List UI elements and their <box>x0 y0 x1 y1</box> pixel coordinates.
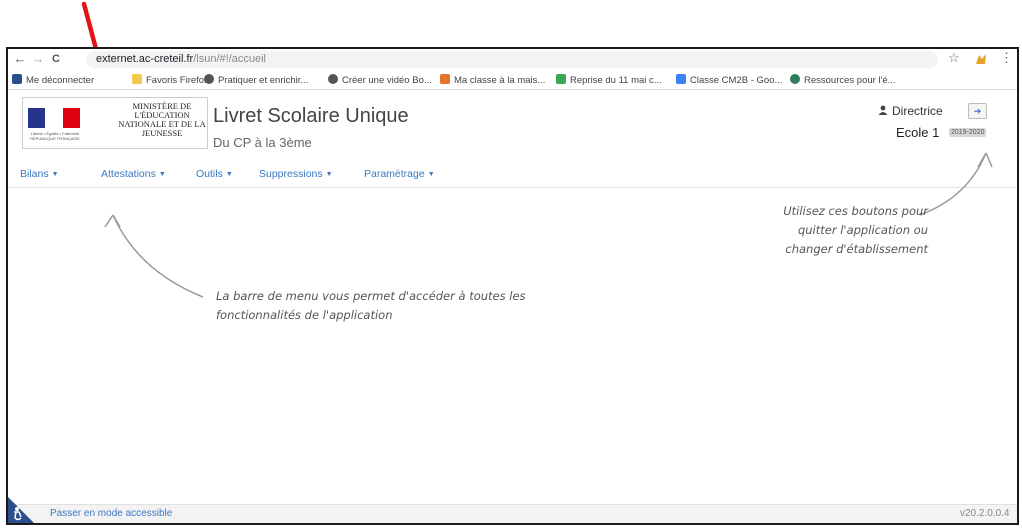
buttons-help-note: Utilisez ces boutons pour quitter l'appl… <box>753 202 928 259</box>
app-version: v20.2.0.0.4 <box>960 508 1010 519</box>
accessible-mode-link[interactable]: Passer en mode accessible <box>50 508 172 519</box>
menu-note-line-2: fonctionnalités de l'application <box>216 308 393 322</box>
app-footer: Passer en mode accessible v20.2.0.0.4 <box>8 504 1017 523</box>
menu-bar-help-note: La barre de menu vous permet d'accéder à… <box>216 287 606 325</box>
accessibility-icon[interactable] <box>8 483 46 523</box>
menu-note-line-1: La barre de menu vous permet d'accéder à… <box>216 289 526 303</box>
browser-window: ← → C externet.ac-creteil.fr/lsun/#!/acc… <box>6 47 1019 525</box>
buttons-note-line-2: quitter l'application ou <box>797 223 928 237</box>
buttons-note-line-1: Utilisez ces boutons pour <box>783 204 928 218</box>
buttons-note-line-3: changer d'établissement <box>785 242 928 256</box>
